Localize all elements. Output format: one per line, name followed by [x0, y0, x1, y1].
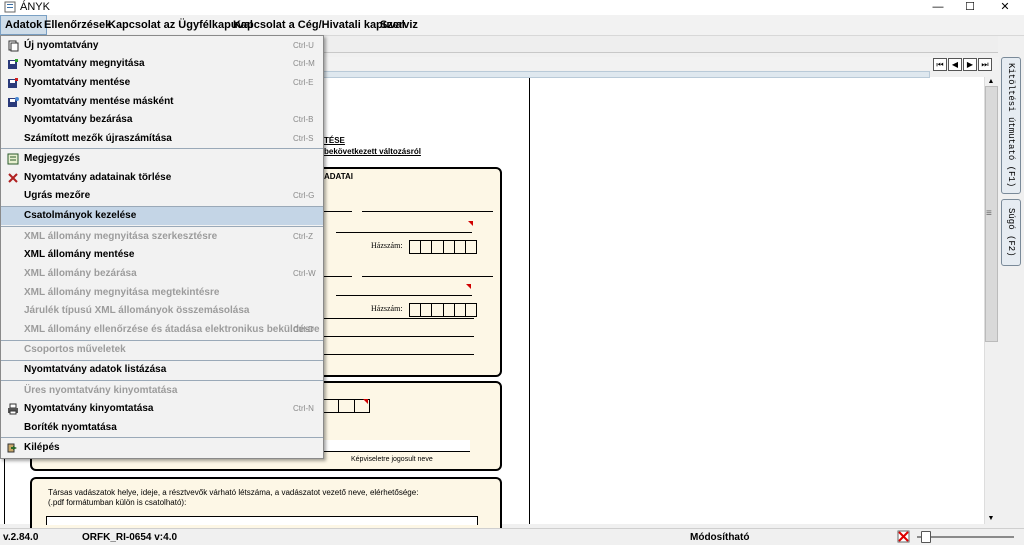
new-form-icon: [8, 40, 19, 52]
window-title: ÁNYK: [20, 1, 50, 13]
field-line[interactable]: [324, 354, 474, 355]
page-progress: [323, 71, 930, 78]
menu-separator: [1, 226, 323, 227]
menuitem-adatok-torlese[interactable]: Nyomtatvány adatainak törlése: [1, 169, 323, 187]
app-icon: [4, 1, 16, 13]
menuitem-csatolmanyok-kezelese[interactable]: Csatolmányok kezelése: [1, 207, 323, 225]
save-as-icon: [8, 97, 19, 107]
representative-label: Képviseletre jogosult neve: [351, 456, 433, 463]
menuitem-szamitott-mezok[interactable]: Számított mezők újraszámítása Ctrl-S: [1, 130, 323, 148]
form-title-line1: TÉSE: [324, 136, 345, 145]
field-line[interactable]: [336, 295, 472, 296]
field-line[interactable]: [362, 276, 493, 277]
status-bar: v.2.84.0 ORFK_RI-0654 v:4.0 Módosítható: [0, 528, 1024, 545]
maximize-button[interactable]: ☐: [953, 0, 987, 15]
exit-icon: [7, 443, 17, 453]
scroll-up-icon[interactable]: ▲: [985, 77, 997, 86]
scroll-down-icon[interactable]: ▼: [985, 514, 997, 523]
first-page-button[interactable]: ⏮: [933, 58, 947, 71]
menu-separator: [1, 148, 323, 149]
field-line[interactable]: [324, 211, 352, 212]
zoom-slider-track[interactable]: [917, 536, 1014, 538]
hunting-text-line2: (.pdf formátumban külön is csatolható):: [48, 498, 187, 507]
required-marker-icon: [468, 221, 473, 226]
adatok-dropdown-menu: Új nyomtatvány Ctrl-U Nyomtatvány megnyi…: [0, 35, 324, 459]
delete-x-icon: [8, 173, 18, 183]
menuitem-xml-megnyitasa-szerkesztesre[interactable]: XML állomány megnyitása szerkesztésre Ct…: [1, 228, 323, 246]
hunting-text-field[interactable]: [46, 516, 478, 525]
field-line[interactable]: [362, 211, 493, 212]
menuitem-nyomtatvany-megnyitasa[interactable]: Nyomtatvány megnyitása Ctrl-M: [1, 55, 323, 73]
menu-bar: Adatok Ellenőrzések Kapcsolat az Ügyfélk…: [0, 15, 1024, 36]
no-edit-icon[interactable]: [897, 530, 910, 543]
form-title-line2: bekövetkezett változásról: [324, 147, 421, 156]
menuitem-adatok-listazasa[interactable]: Nyomtatvány adatok listázása: [1, 361, 323, 379]
field-line[interactable]: [336, 232, 472, 233]
next-page-button[interactable]: ▶: [963, 58, 977, 71]
menuitem-csoportos-muveletek[interactable]: Csoportos műveletek: [1, 341, 323, 359]
title-bar: ÁNYK — ☐ ✕: [0, 0, 1024, 15]
last-page-button[interactable]: ⏭: [978, 58, 992, 71]
field-line[interactable]: [324, 336, 474, 337]
menuitem-xml-megtekintesre[interactable]: XML állomány megnyitása megtekintésre: [1, 284, 323, 302]
menuitem-jarulek-xml-osszemasolasa[interactable]: Járulék típusú XML állományok összemásol…: [1, 302, 323, 320]
page-nav-panel: [323, 57, 999, 70]
menuitem-xml-mentese[interactable]: XML állomány mentése: [1, 246, 323, 264]
printer-icon: [8, 403, 18, 415]
zoom-slider-knob[interactable]: [921, 531, 931, 543]
house-number-label: Házszám:: [371, 241, 403, 250]
form-id-label: ORFK_RI-0654 v:4.0: [82, 532, 178, 543]
required-marker-icon: [363, 399, 368, 404]
field-line[interactable]: [324, 276, 352, 277]
splitter-grip-icon[interactable]: ≡: [986, 208, 992, 219]
menu-separator: [1, 380, 323, 381]
menuitem-ures-nyomtatvany-kinyomtatasa[interactable]: Üres nyomtatvány kinyomtatása: [1, 382, 323, 400]
close-button[interactable]: ✕: [988, 0, 1022, 15]
menuitem-nyomtatvany-kinyomtatasa[interactable]: Nyomtatvány kinyomtatása Ctrl-N: [1, 400, 323, 418]
tab-kitoltesi-utmutato[interactable]: Kitöltési útmutató (F1): [1001, 57, 1021, 194]
representative-field[interactable]: [324, 440, 470, 452]
version-label: v.2.84.0: [3, 532, 39, 543]
menu-separator: [1, 437, 323, 438]
open-form-icon: [8, 59, 18, 69]
house-number-cells[interactable]: [409, 240, 477, 254]
menuitem-megjegyzes[interactable]: Megjegyzés: [1, 150, 323, 168]
menuitem-uj-nyomtatvany[interactable]: Új nyomtatvány Ctrl-U: [1, 37, 323, 55]
house-number-label-2: Házszám:: [371, 304, 403, 313]
field-line[interactable]: [324, 318, 474, 319]
house-number-cells-2[interactable]: [409, 303, 477, 317]
hunting-text-line1: Társas vadászatok helye, ideje, a résztv…: [48, 488, 419, 497]
menuitem-mentese-maskent[interactable]: Nyomtatvány mentése másként: [1, 93, 323, 111]
tab-sugo[interactable]: Súgó (F2): [1001, 199, 1021, 266]
menuitem-xml-ellenorzese-atadasa[interactable]: XML állomány ellenőrzése és átadása elek…: [1, 321, 323, 339]
menuitem-boritek-nyomtatasa[interactable]: Boríték nyomtatása: [1, 419, 323, 437]
menuitem-xml-bezarasa[interactable]: XML állomány bezárása Ctrl-W: [1, 265, 323, 283]
minimize-button[interactable]: —: [921, 0, 955, 15]
section1-header: ADATAI: [324, 172, 354, 181]
mode-label: Módosítható: [690, 532, 750, 543]
menu-szerviz[interactable]: Szerviz: [376, 15, 422, 35]
save-icon: [8, 78, 18, 88]
prev-page-button[interactable]: ◀: [948, 58, 962, 71]
menuitem-kilepes[interactable]: Kilépés: [1, 439, 323, 457]
menuitem-nyomtatvany-bezarasa[interactable]: Nyomtatvány bezárása Ctrl-B: [1, 111, 323, 129]
required-marker-icon: [466, 284, 471, 289]
menuitem-nyomtatvany-mentese[interactable]: Nyomtatvány mentése Ctrl-E: [1, 74, 323, 92]
menuitem-ugras-mezore[interactable]: Ugrás mezőre Ctrl-G: [1, 187, 323, 205]
note-icon: [7, 153, 19, 165]
